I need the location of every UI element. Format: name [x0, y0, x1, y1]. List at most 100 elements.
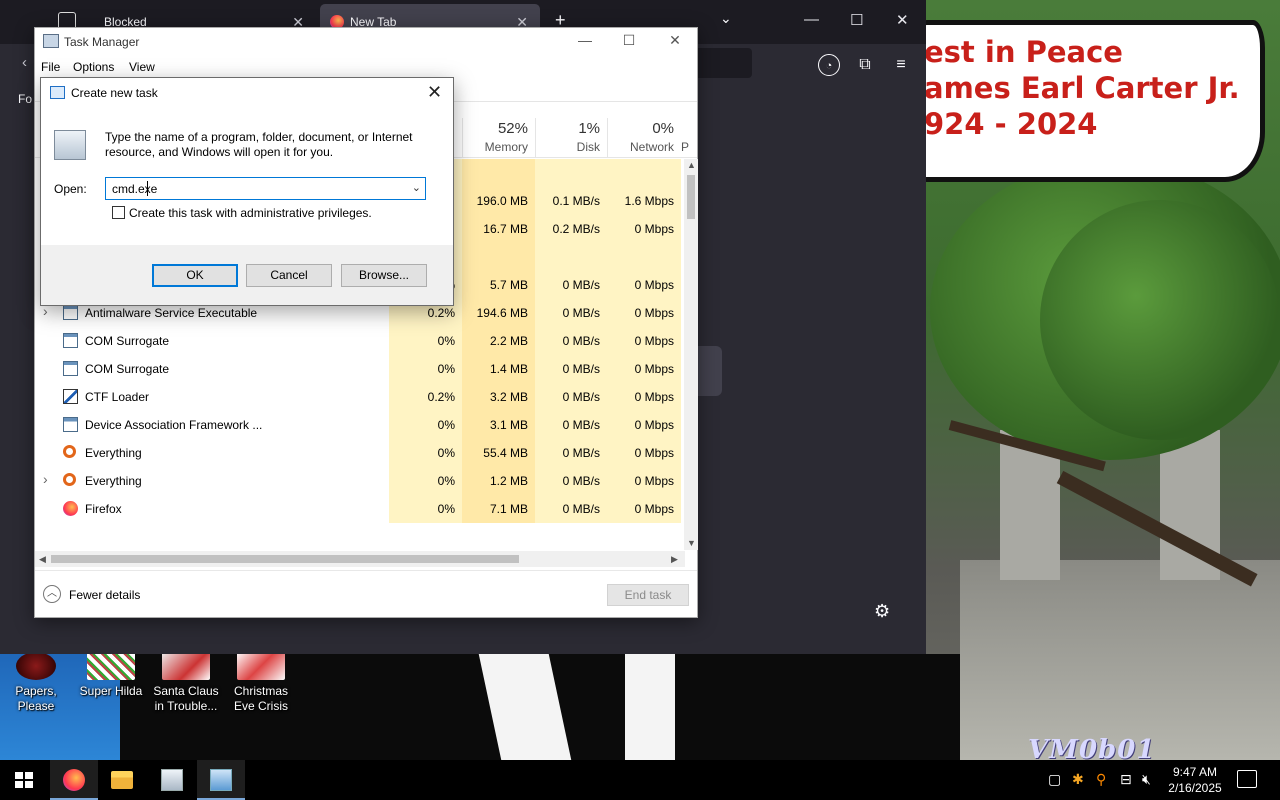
column-header-disk[interactable]: 1% Disk — [535, 118, 607, 158]
table-row[interactable]: Device Association Framework ... 0% 3.1 MB… — [35, 411, 685, 439]
create-new-task-dialog: Create new task ✕ Type the name of a pro… — [40, 77, 454, 306]
memory-label: Memory — [484, 140, 528, 154]
cancel-button[interactable]: Cancel — [246, 264, 332, 287]
taskbar: ▢ ✱ ⚲ ⊟ 🔇︎ 9:47 AM 2/16/2025 — [0, 760, 1280, 800]
network-value — [607, 243, 681, 271]
text-caret — [147, 181, 148, 196]
network-value: 1.6 Mbps — [624, 194, 674, 208]
column-header-power-cut[interactable]: P — [681, 140, 689, 154]
minimize-icon[interactable]: — — [565, 32, 605, 48]
end-task-button[interactable]: End task — [607, 584, 689, 606]
table-row[interactable]: CTF Loader 0.2% 3.2 MB 0 MB/s 0 Mbps — [35, 383, 685, 411]
menu-file[interactable]: File — [41, 60, 60, 74]
network-value: 0 Mbps — [634, 362, 674, 376]
table-row[interactable]: COM Surrogate 0% 1.4 MB 0 MB/s 0 Mbps — [35, 355, 685, 383]
vpn-shield-icon[interactable]: ◔ — [818, 54, 840, 76]
settings-gear-icon[interactable]: ⚙ — [874, 601, 890, 622]
process-icon — [63, 305, 78, 320]
desktop-icon-christmas-eve-crisis[interactable]: Christmas Eve Crisis — [225, 652, 297, 714]
scrollbar-thumb[interactable] — [51, 555, 519, 563]
cpu-value: 0.2% — [427, 390, 455, 404]
process-name: COM Surrogate — [85, 362, 170, 376]
menu-options[interactable]: Options — [73, 60, 114, 74]
memory-value: 2.2 MB — [489, 334, 528, 348]
minimize-icon[interactable]: — — [804, 11, 819, 28]
vertical-scrollbar[interactable]: ▲ ▼ — [684, 159, 698, 550]
network-value: 0 Mbps — [634, 418, 674, 432]
open-combobox[interactable]: cmd.exe ⌄ — [105, 177, 426, 200]
table-row[interactable]: Firefox 0% 7.1 MB 0 MB/s 0 Mbps — [35, 495, 685, 523]
admin-privileges-checkbox[interactable] — [112, 206, 125, 219]
disk-value: 0 MB/s — [562, 446, 600, 460]
process-icon — [63, 501, 78, 516]
chevron-up-icon[interactable]: ︿ — [43, 585, 61, 603]
run-icon — [50, 86, 65, 99]
window-title: Task Manager — [64, 35, 140, 49]
open-input-value[interactable]: cmd.exe — [112, 182, 157, 196]
cpu-value: 0% — [437, 446, 455, 460]
tray-app-icon[interactable]: ✱ — [1072, 771, 1084, 788]
scroll-right-arrow-icon[interactable]: ▶ — [671, 554, 678, 565]
game-icon — [162, 652, 210, 680]
extensions-puzzle-icon[interactable]: ⧉ — [854, 54, 876, 76]
memory-value: 196.0 MB — [476, 194, 528, 208]
everything-search-icon[interactable]: ⚲ — [1096, 771, 1106, 788]
expand-chevron-icon[interactable]: › — [43, 471, 48, 487]
taskbar-clock[interactable]: 9:47 AM 2/16/2025 — [1160, 764, 1230, 796]
disk-value: 0 MB/s — [562, 502, 600, 516]
admin-privileges-label[interactable]: Create this task with administrative pri… — [129, 206, 372, 220]
column-header-memory[interactable]: 52% Memory — [462, 118, 535, 158]
list-all-tabs-chevron-icon[interactable]: ⌄ — [720, 10, 732, 27]
table-row[interactable]: COM Surrogate 0% 2.2 MB 0 MB/s 0 Mbps — [35, 327, 685, 355]
clock-time: 9:47 AM — [1172, 765, 1218, 779]
tray-window-icon[interactable]: ▢ — [1048, 771, 1061, 788]
desktop-icon-super-hilda[interactable]: Super Hilda — [75, 652, 147, 699]
scroll-up-arrow-icon[interactable]: ▲ — [687, 160, 696, 170]
memory-value: 16.7 MB — [483, 222, 528, 236]
game-icon — [237, 652, 285, 680]
disk-value: 0 MB/s — [562, 474, 600, 488]
desktop-icon-label: Papers, Please — [15, 684, 57, 713]
disk-value — [535, 243, 607, 271]
taskbar-file-explorer[interactable] — [98, 760, 146, 800]
disk-value: 0 MB/s — [562, 334, 600, 348]
chevron-down-icon[interactable]: ⌄ — [412, 181, 421, 194]
desktop-icon-papers-please[interactable]: Papers, Please — [0, 652, 72, 714]
game-icon — [16, 652, 56, 680]
browse-button[interactable]: Browse... — [341, 264, 427, 287]
maximize-icon[interactable]: ☐ — [609, 32, 649, 49]
scroll-down-arrow-icon[interactable]: ▼ — [687, 538, 696, 548]
close-icon[interactable]: ✕ — [427, 82, 442, 103]
memory-value — [462, 243, 535, 271]
taskbar-task-manager[interactable] — [197, 760, 245, 800]
taskbar-firefox[interactable] — [50, 760, 98, 800]
disk-percent: 1% — [578, 120, 600, 137]
notification-center-icon[interactable] — [1237, 770, 1257, 788]
back-arrow-icon[interactable]: ‹ — [22, 54, 27, 71]
wallpaper-figure — [625, 654, 675, 760]
desktop-icon-santa-claus[interactable]: Santa Claus in Trouble... — [150, 652, 222, 714]
ok-button[interactable]: OK — [152, 264, 238, 287]
scrollbar-thumb[interactable] — [687, 175, 695, 219]
clock-date: 2/16/2025 — [1168, 781, 1222, 795]
menu-view[interactable]: View — [129, 60, 155, 74]
task-manager-titlebar[interactable]: Task Manager — ☐ ✕ — [35, 28, 697, 56]
maximize-icon[interactable]: ☐ — [850, 11, 863, 29]
close-icon[interactable]: ✕ — [896, 11, 909, 29]
game-icon — [87, 652, 135, 680]
network-disconnected-icon[interactable]: ⊟ — [1120, 771, 1132, 788]
horizontal-scrollbar[interactable]: ◀ ▶ — [35, 551, 685, 567]
memorial-banner: est in Peace ames Earl Carter Jr. 924 - … — [905, 20, 1265, 182]
volume-muted-icon[interactable]: 🔇︎ — [1142, 771, 1151, 788]
table-row[interactable]: › Everything 0% 1.2 MB 0 MB/s 0 Mbps — [35, 467, 685, 495]
column-header-network[interactable]: 0% Network — [607, 118, 681, 158]
memory-percent: 52% — [497, 120, 528, 137]
taskbar-run-app[interactable] — [148, 760, 196, 800]
table-row[interactable]: Everything 0% 55.4 MB 0 MB/s 0 Mbps — [35, 439, 685, 467]
disk-value: 0.2 MB/s — [552, 222, 600, 236]
fewer-details-link[interactable]: Fewer details — [69, 588, 140, 602]
close-icon[interactable]: ✕ — [655, 32, 695, 49]
menu-hamburger-icon[interactable]: ≡ — [890, 54, 912, 76]
scroll-left-arrow-icon[interactable]: ◀ — [39, 554, 46, 565]
start-button[interactable] — [0, 760, 48, 800]
